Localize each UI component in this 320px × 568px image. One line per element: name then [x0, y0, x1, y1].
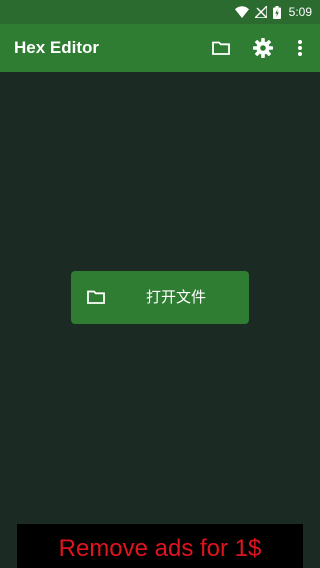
more-vert-icon	[297, 39, 303, 57]
folder-icon	[211, 38, 231, 58]
battery-charging-icon	[272, 5, 281, 19]
status-time: 5:09	[288, 5, 312, 19]
open-file-label: 打开文件	[145, 289, 206, 306]
gear-icon	[252, 37, 274, 59]
remove-ads-text: Remove ads for 1$	[58, 535, 262, 562]
overflow-menu-button[interactable]	[288, 36, 312, 60]
no-signal-icon	[254, 6, 267, 18]
app-bar: Hex Editor	[0, 24, 320, 72]
settings-button[interactable]	[251, 36, 275, 60]
status-icons: 5:09	[234, 0, 312, 24]
wifi-icon	[234, 6, 249, 18]
folder-icon	[86, 287, 106, 307]
ad-banner[interactable]: Remove ads for 1$	[17, 524, 303, 568]
open-folder-button[interactable]	[209, 36, 233, 60]
open-file-button[interactable]: 打开文件	[71, 271, 249, 324]
main-content: 打开文件	[0, 72, 320, 568]
status-bar: 5:09	[0, 0, 320, 24]
app-title: Hex Editor	[14, 38, 100, 57]
